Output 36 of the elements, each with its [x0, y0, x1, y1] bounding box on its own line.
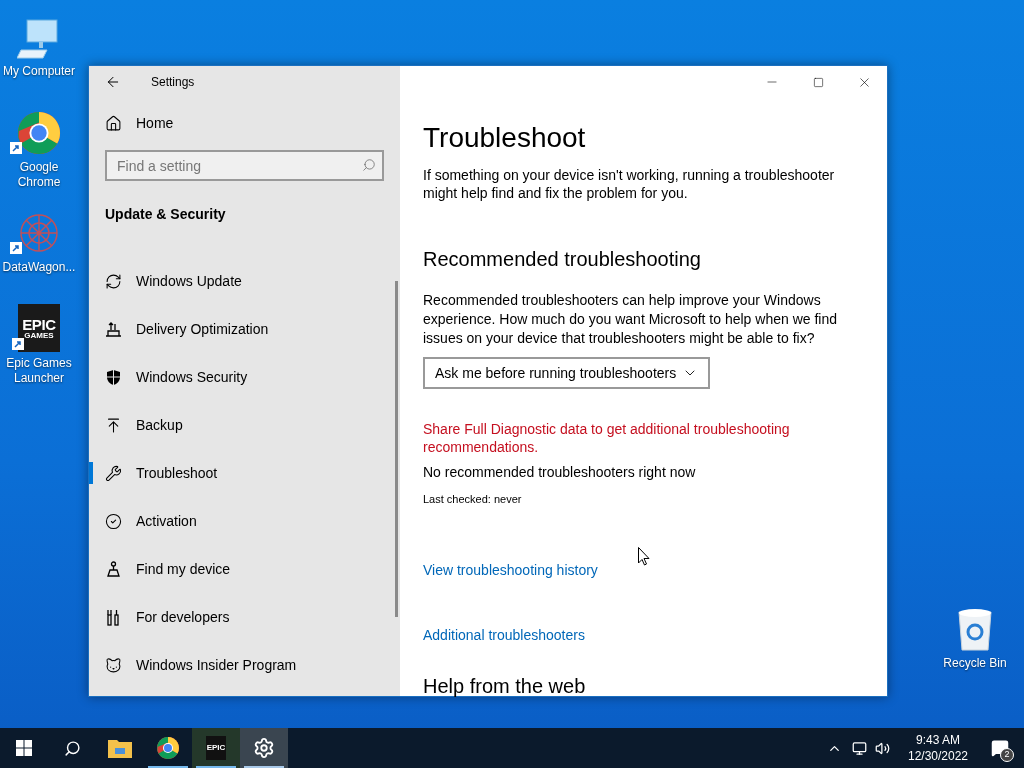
nav-item[interactable]: Find my device [89, 545, 400, 593]
taskbar-app-button[interactable]: EPIC [192, 728, 240, 768]
status-text: No recommended troubleshooters right now [423, 463, 697, 482]
section-heading: Help from the web [423, 673, 587, 698]
troubleshoot-dropdown[interactable]: Ask me before running troubleshooters [423, 357, 710, 389]
notifications-button[interactable]: 2 [976, 728, 1024, 768]
nav-item[interactable]: Troubleshoot [89, 449, 400, 497]
description-text: Recommended troubleshooters can help improve your Windows experience. How much do you want Microsoft to help when we find issues on your device that troubleshooters might be able to fix? [423, 291, 838, 348]
section-heading: Recommended troubleshooting [423, 247, 702, 272]
nav-item[interactable]: Activation [89, 497, 400, 545]
window-title: Settings [151, 74, 195, 91]
notification-count: 2 [1000, 748, 1014, 762]
desktop-icon-label[interactable]: My Computer [3, 64, 75, 79]
epic-logo: EPIC [206, 736, 226, 760]
diagnostic-data-link[interactable]: Share Full Diagnostic data to get additional troubleshooting recommendations. [423, 420, 843, 456]
nav-item[interactable]: Delivery Optimization [89, 305, 400, 353]
date-text: 12/30/2022 [907, 748, 969, 764]
desktop-icon-label[interactable]: DataWagon... [2, 260, 76, 275]
home-nav-item[interactable]: Home [89, 107, 400, 139]
link[interactable]: Additional troubleshooters [423, 624, 585, 646]
nav-item[interactable]: Windows Insider Program [89, 641, 400, 689]
last-checked-text: Last checked: never [423, 492, 523, 507]
intro-text: If something on your device isn't working, running a troubleshooter might help find and fix the problem for you. [423, 166, 836, 202]
epic-logo: EPIC GAMES [18, 304, 60, 352]
link[interactable]: View troubleshooting history [423, 559, 598, 581]
section-heading: Update & Security [105, 205, 227, 224]
nav-item[interactable]: Backup [89, 401, 400, 449]
search-field[interactable]: Find a setting [105, 150, 384, 181]
clock[interactable]: 9:43 AM 12/30/2022 [900, 732, 976, 764]
nav-item[interactable]: For developers [89, 593, 400, 641]
desktop-icon-label[interactable]: Google Chrome [0, 160, 78, 190]
time-text: 9:43 AM [916, 732, 960, 748]
nav-item[interactable]: Windows Update [89, 257, 400, 305]
desktop-icon-label[interactable]: Epic Games Launcher [0, 356, 78, 386]
desktop-icon-label[interactable]: Recycle Bin [943, 656, 1007, 671]
page-title: Troubleshoot [423, 121, 587, 155]
